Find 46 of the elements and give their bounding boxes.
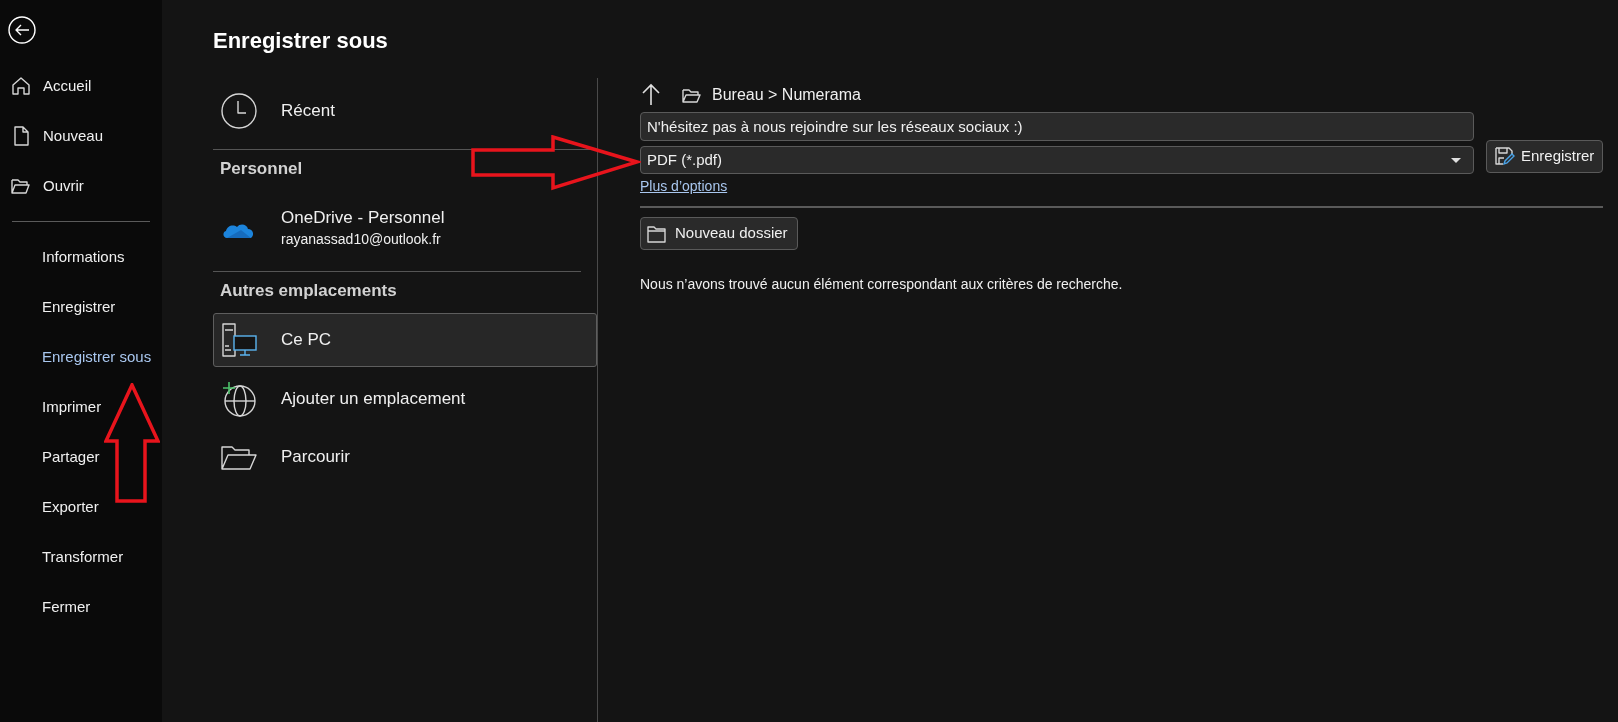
breadcrumb-path[interactable]: Bureau > Numerama — [712, 83, 861, 107]
document-icon — [11, 126, 31, 146]
nav-item[interactable]: Accueil — [0, 61, 162, 111]
location-item[interactable]: Ce PC — [213, 313, 597, 367]
location-label: Récent — [281, 100, 335, 123]
nav-item[interactable]: Partager — [0, 432, 162, 482]
up-arrow-icon — [641, 83, 661, 107]
globe-plus-icon — [220, 381, 258, 417]
location-label: Ce PC — [281, 329, 332, 352]
home-icon — [11, 76, 31, 96]
section-heading: Autres emplacements — [220, 280, 397, 303]
more-options-link[interactable]: Plus d’options — [640, 176, 728, 197]
location-item[interactable]: Parcourir — [213, 428, 597, 486]
location-label: Parcourir — [281, 446, 350, 469]
section-heading: Personnel — [220, 158, 303, 181]
folder-icon — [220, 443, 258, 471]
nav-item[interactable]: Fermer — [0, 582, 162, 632]
nav-item[interactable]: Transformer — [0, 532, 162, 582]
page-title: Enregistrer sous — [213, 27, 389, 55]
caret-icon — [1451, 157, 1461, 163]
save-edit-icon — [1495, 147, 1515, 166]
folder-icon — [11, 176, 31, 196]
nav-item[interactable]: Enregistrer sous — [0, 332, 162, 382]
computer-icon — [221, 322, 257, 358]
nav-item[interactable]: Exporter — [0, 482, 162, 532]
nav-item[interactable]: Imprimer — [0, 382, 162, 432]
nav-item[interactable]: Enregistrer — [0, 282, 162, 332]
up-arrow-button[interactable] — [640, 83, 662, 107]
nav-item[interactable]: Ouvrir — [0, 161, 162, 211]
location-item[interactable]: Ajouter un emplacement — [213, 370, 597, 428]
back-button[interactable] — [6, 14, 37, 45]
folder-icon — [647, 224, 667, 243]
nav-item[interactable]: Informations — [0, 232, 162, 282]
location-item[interactable]: Récent — [213, 85, 597, 137]
location-item[interactable]: OneDrive - Personnel rayanassad10@outlook.fr — [213, 192, 597, 264]
clock-icon — [221, 93, 257, 129]
new-folder-button[interactable]: Nouveau dossier — [640, 217, 798, 250]
file-name-field[interactable]: N'hésitez pas à nous rejoindre sur les réseaux sociaux :) — [640, 112, 1474, 141]
empty-message: Nous n’avons trouvé aucun élément correspondant aux critères de recherche. — [640, 275, 1124, 294]
file-type-dropdown[interactable]: PDF (*.pdf) — [640, 146, 1474, 174]
location-detail: rayanassad10@outlook.fr — [281, 230, 442, 249]
folder-icon — [682, 86, 702, 104]
location-label: Ajouter un emplacement — [281, 388, 466, 411]
location-label: OneDrive - Personnel — [281, 207, 445, 229]
nav-item[interactable]: Nouveau — [0, 111, 162, 161]
save-button[interactable]: Enregistrer — [1486, 140, 1604, 173]
